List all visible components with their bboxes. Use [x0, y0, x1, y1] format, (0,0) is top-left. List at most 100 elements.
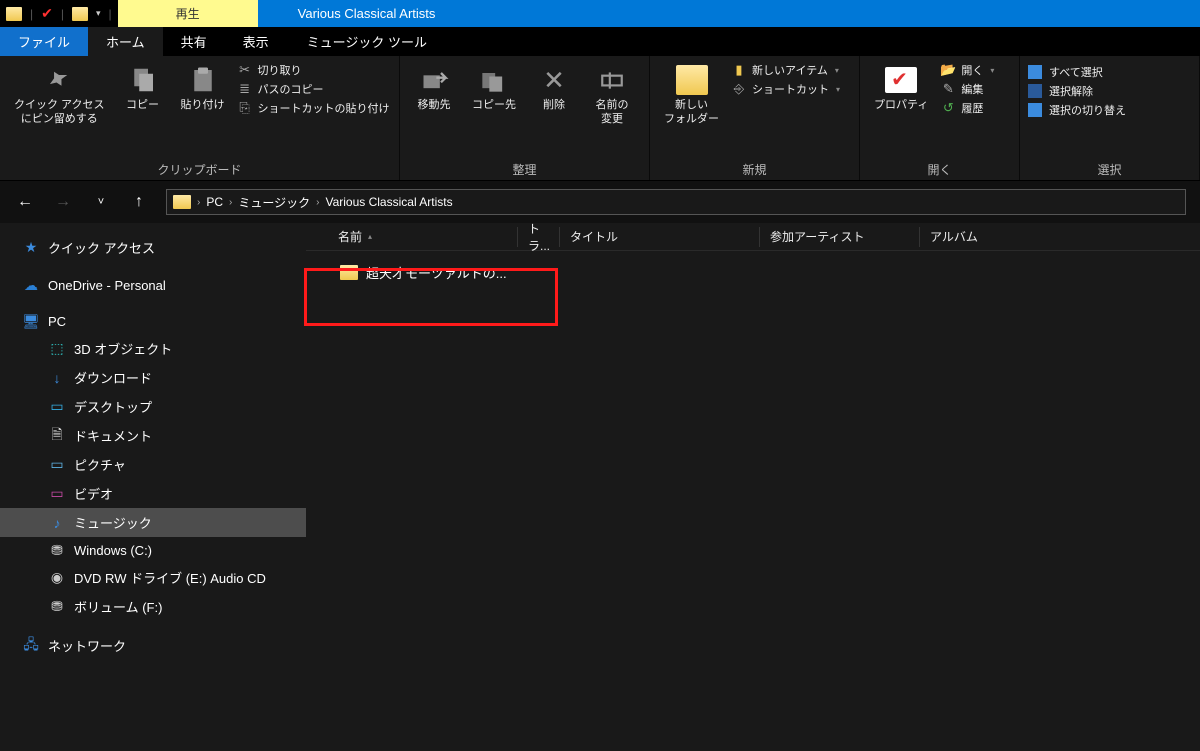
delete-button[interactable]: ✕ 削除 [528, 60, 580, 117]
col-artist[interactable]: 参加アーティスト [760, 227, 920, 247]
tab-file[interactable]: ファイル [0, 27, 88, 56]
picture-icon: ▭ [48, 457, 66, 473]
nav-recent-button[interactable]: ˅ [90, 191, 112, 213]
cut-button[interactable]: ✂切り取り [237, 62, 390, 78]
nav-desktop[interactable]: ▭デスクトップ [0, 392, 306, 421]
address-bar: ← → ˅ ↑ › PC › ミュージック › Various Classica… [0, 181, 1200, 223]
nav-drive-c[interactable]: ⛃Windows (C:) [0, 537, 306, 563]
nav-downloads[interactable]: ↓ダウンロード [0, 363, 306, 392]
move-to-button[interactable]: 移動先 [408, 60, 460, 117]
chevron-down-icon[interactable]: ▾ [96, 8, 101, 19]
list-item[interactable]: 超天才モーツァルトの... [306, 257, 1200, 288]
nav-pictures[interactable]: ▭ピクチャ [0, 450, 306, 479]
copy-label: コピー [126, 99, 159, 113]
copy-button[interactable]: コピー [117, 60, 169, 117]
nav-network[interactable]: 🖧ネットワーク [0, 631, 306, 660]
cloud-icon: ☁ [22, 277, 40, 293]
new-shortcut-button[interactable]: ⎆ショートカット▾ [731, 81, 840, 97]
nav-3d-objects[interactable]: ⬚3D オブジェクト [0, 334, 306, 363]
nav-desktop-label: デスクトップ [74, 397, 152, 416]
open-button[interactable]: 📂開く▾ [940, 62, 994, 78]
properties-button[interactable]: プロパティ [868, 60, 934, 117]
nav-drive-e[interactable]: ◉DVD RW ドライブ (E:) Audio CD [0, 563, 306, 592]
nav-videos[interactable]: ▭ビデオ [0, 479, 306, 508]
nav-onedrive[interactable]: ☁OneDrive - Personal [0, 272, 306, 298]
nav-music[interactable]: ♪ミュージック [0, 508, 306, 537]
rename-label: 名前の 変更 [596, 99, 629, 127]
divider: | [61, 7, 64, 21]
properties-label: プロパティ [874, 99, 928, 113]
select-none-label: 選択解除 [1049, 83, 1093, 99]
cut-label: 切り取り [258, 62, 302, 78]
paste-icon [187, 64, 219, 96]
tab-share[interactable]: 共有 [163, 27, 225, 56]
group-select: すべて選択 選択解除 選択の切り替え 選択 [1020, 56, 1200, 180]
col-title[interactable]: タイトル [560, 227, 760, 247]
nav-drive-e-label: DVD RW ドライブ (E:) Audio CD [74, 568, 266, 587]
open-small-list: 📂開く▾ ✎編集 ↺履歴 [940, 60, 994, 116]
nav-forward-button[interactable]: → [52, 191, 74, 213]
nav-network-label: ネットワーク [48, 636, 126, 655]
paste-label: 貼り付け [181, 99, 225, 113]
invert-selection-button[interactable]: 選択の切り替え [1028, 102, 1126, 118]
ribbon-tabs: ファイル ホーム 共有 表示 ミュージック ツール [0, 27, 1200, 56]
copy-path-button[interactable]: ≣パスのコピー [237, 81, 390, 97]
column-headers: 名前 トラ... タイトル 参加アーティスト アルバム [306, 223, 1200, 251]
nav-back-button[interactable]: ← [14, 191, 36, 213]
edit-button[interactable]: ✎編集 [940, 81, 994, 97]
invert-icon [1028, 103, 1042, 117]
paste-shortcut-button[interactable]: ⎘ショートカットの貼り付け [237, 100, 390, 116]
drive-icon: ⛃ [48, 599, 66, 615]
rename-button[interactable]: 名前の 変更 [586, 60, 638, 131]
select-all-button[interactable]: すべて選択 [1028, 64, 1126, 80]
nav-pc[interactable]: 🖥 PC [0, 308, 306, 334]
pin-icon [43, 64, 75, 96]
tab-home[interactable]: ホーム [88, 27, 163, 56]
edit-label: 編集 [961, 81, 983, 97]
breadcrumb-folder[interactable]: Various Classical Artists [325, 195, 452, 209]
delete-label: 削除 [543, 99, 565, 113]
invert-label: 選択の切り替え [1049, 102, 1126, 118]
nav-downloads-label: ダウンロード [74, 368, 152, 387]
nav-documents[interactable]: 🗎ドキュメント [0, 421, 306, 450]
col-album[interactable]: アルバム [920, 227, 1080, 247]
chevron-right-icon[interactable]: › [316, 197, 319, 208]
pc-icon: 🖥 [22, 313, 40, 329]
breadcrumb-pc[interactable]: PC [206, 195, 223, 209]
chevron-right-icon[interactable]: › [229, 197, 232, 208]
history-button[interactable]: ↺履歴 [940, 100, 994, 116]
folder-icon [72, 7, 88, 21]
new-item-button[interactable]: ▮新しいアイテム▾ [731, 62, 840, 78]
nav-pc-label: PC [48, 314, 66, 329]
new-item-label: 新しいアイテム [752, 62, 828, 78]
new-folder-label: 新しい フォルダー [664, 99, 719, 127]
breadcrumb[interactable]: › PC › ミュージック › Various Classical Artist… [166, 189, 1186, 215]
chevron-right-icon[interactable]: › [197, 197, 200, 208]
select-none-button[interactable]: 選択解除 [1028, 83, 1126, 99]
file-list: 名前 トラ... タイトル 参加アーティスト アルバム 超天才モーツァルトの..… [306, 223, 1200, 751]
nav-drive-f[interactable]: ⛃ボリューム (F:) [0, 592, 306, 621]
nav-drive-c-label: Windows (C:) [74, 543, 152, 558]
group-open: プロパティ 📂開く▾ ✎編集 ↺履歴 開く [860, 56, 1020, 180]
nav-up-button[interactable]: ↑ [128, 191, 150, 213]
copy-to-button[interactable]: コピー先 [466, 60, 522, 117]
tab-music-tools[interactable]: ミュージック ツール [289, 27, 445, 56]
breadcrumb-music[interactable]: ミュージック [238, 194, 310, 211]
document-icon: 🗎 [48, 428, 66, 444]
group-clipboard: クイック アクセス にピン留めする コピー 貼り付け ✂切り取り ≣パスのコピー… [0, 56, 400, 180]
quick-access-toolbar: | ✔ | ▾ | [0, 0, 118, 27]
video-icon: ▭ [48, 486, 66, 502]
col-track[interactable]: トラ... [518, 227, 560, 247]
new-shortcut-label: ショートカット [752, 81, 829, 97]
col-name[interactable]: 名前 [328, 227, 518, 247]
pin-button[interactable]: クイック アクセス にピン留めする [8, 60, 111, 131]
nav-3d-label: 3D オブジェクト [74, 339, 172, 358]
new-folder-button[interactable]: 新しい フォルダー [658, 60, 725, 131]
open-label: 開く [961, 62, 983, 78]
paste-button[interactable]: 貼り付け [175, 60, 231, 117]
group-organize: 移動先 コピー先 ✕ 削除 名前の 変更 整理 [400, 56, 650, 180]
nav-quick-access[interactable]: ★クイック アクセス [0, 233, 306, 262]
tab-view[interactable]: 表示 [225, 27, 287, 56]
shortcut-icon: ⎘ [237, 100, 253, 116]
window-title: Various Classical Artists [258, 0, 1200, 27]
